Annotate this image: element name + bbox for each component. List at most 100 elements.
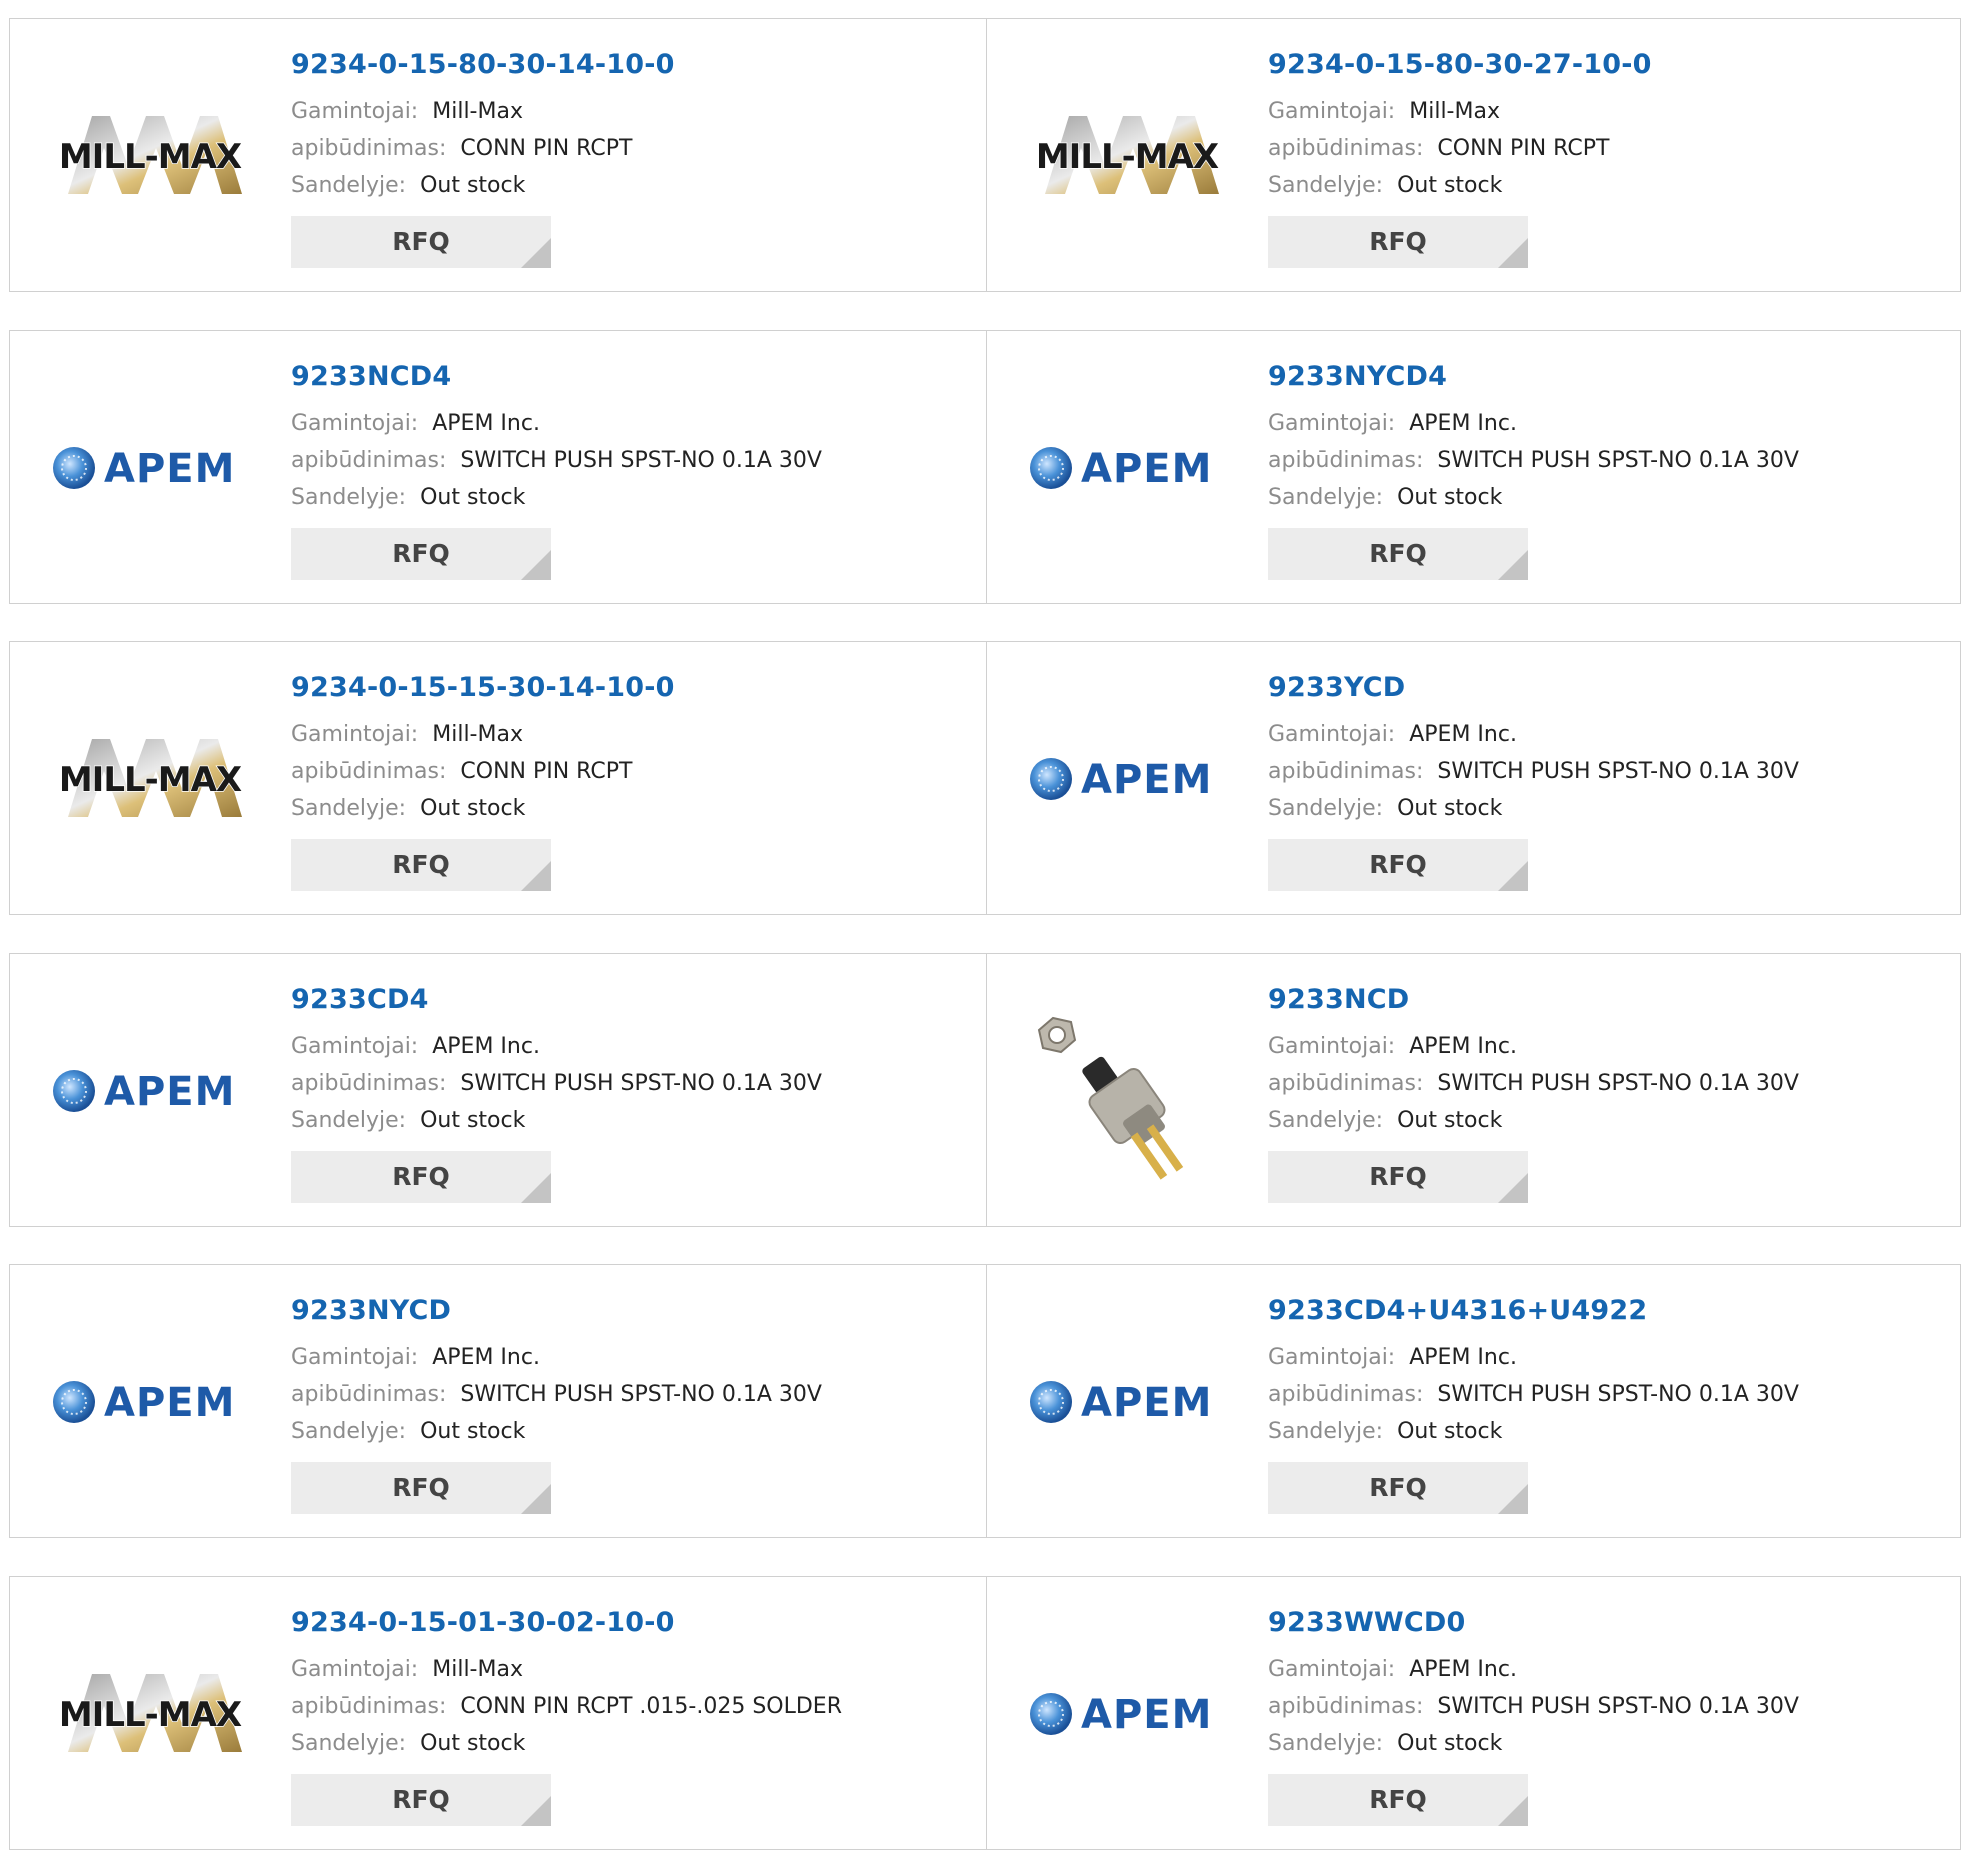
millmax-logo: MILL-MAX bbox=[58, 739, 244, 817]
manufacturer-logo[interactable]: MILL-MAX bbox=[50, 101, 250, 211]
manufacturer-value: APEM Inc. bbox=[432, 1034, 540, 1059]
product-info: 9234-0-15-80-30-14-10-0 Gamintojai: Mill-M… bbox=[291, 47, 675, 268]
description-label: apibūdinimas: bbox=[1268, 1382, 1424, 1407]
product-card: APEM 9233WWCD0 Gamintojai: APEM Inc. apibūd… bbox=[987, 1577, 1960, 1849]
rfq-label: RFQ bbox=[1369, 227, 1427, 256]
manufacturer-logo[interactable]: MILL-MAX bbox=[1027, 101, 1227, 211]
product-stock-line: Sandelyje: Out stock bbox=[1268, 1102, 1799, 1139]
part-number-link[interactable]: 9234-0-15-80-30-27-10-0 bbox=[1268, 47, 1652, 83]
manufacturer-logo[interactable]: APEM bbox=[50, 413, 250, 523]
rfq-button[interactable]: RFQ bbox=[291, 528, 551, 580]
rfq-button[interactable]: RFQ bbox=[291, 216, 551, 268]
part-number-link[interactable]: 9233WWCD0 bbox=[1268, 1605, 1799, 1641]
manufacturer-value: Mill-Max bbox=[432, 722, 523, 747]
product-description-line: apibūdinimas: SWITCH PUSH SPST-NO 0.1A 30… bbox=[1268, 1065, 1799, 1102]
apem-logo: APEM bbox=[53, 446, 235, 492]
product-card: 9233NCD Gamintojai: APEM Inc. apibūdinimas:… bbox=[987, 954, 1960, 1226]
manufacturer-label: Gamintojai: bbox=[1268, 722, 1396, 747]
product-stock-line: Sandelyje: Out stock bbox=[291, 790, 675, 827]
part-number-link[interactable]: 9233NYCD bbox=[291, 1293, 822, 1329]
part-number-link[interactable]: 9234-0-15-01-30-02-10-0 bbox=[291, 1605, 842, 1641]
corner-triangle-icon bbox=[1498, 1484, 1528, 1514]
product-stock-line: Sandelyje: Out stock bbox=[1268, 167, 1652, 204]
rfq-label: RFQ bbox=[392, 850, 450, 879]
stock-label: Sandelyje: bbox=[291, 1731, 407, 1756]
product-manufacturer-line: Gamintojai: APEM Inc. bbox=[1268, 1651, 1799, 1688]
product-card: APEM 9233CD4 Gamintojai: APEM Inc. apibūdin… bbox=[10, 954, 987, 1226]
part-number-link[interactable]: 9233YCD bbox=[1268, 670, 1799, 706]
part-number-link[interactable]: 9234-0-15-15-30-14-10-0 bbox=[291, 670, 675, 706]
svg-text:MILL-MAX: MILL-MAX bbox=[59, 137, 242, 177]
part-number-link[interactable]: 9233NCD4 bbox=[291, 359, 822, 395]
product-card: APEM 9233CD4+U4316+U4922 Gamintojai: APEM … bbox=[987, 1265, 1960, 1537]
product-card: APEM 9233YCD Gamintojai: APEM Inc. apibūdin… bbox=[987, 642, 1960, 914]
corner-triangle-icon bbox=[521, 861, 551, 891]
manufacturer-logo[interactable]: APEM bbox=[1027, 1659, 1227, 1769]
manufacturer-label: Gamintojai: bbox=[291, 1345, 419, 1370]
rfq-button[interactable]: RFQ bbox=[291, 1774, 551, 1826]
part-number-link[interactable]: 9233NYCD4 bbox=[1268, 359, 1799, 395]
rfq-button[interactable]: RFQ bbox=[1268, 839, 1528, 891]
manufacturer-logo[interactable]: APEM bbox=[1027, 413, 1227, 523]
stock-label: Sandelyje: bbox=[291, 173, 407, 198]
manufacturer-value: Mill-Max bbox=[1409, 99, 1500, 124]
product-row: APEM 9233NCD4 Gamintojai: APEM Inc. apibūdi… bbox=[9, 330, 1961, 604]
product-manufacturer-line: Gamintojai: APEM Inc. bbox=[291, 1339, 822, 1376]
apem-logo: APEM bbox=[53, 1069, 234, 1115]
description-value: SWITCH PUSH SPST-NO 0.1A 30V bbox=[1437, 1071, 1799, 1096]
product-stock-line: Sandelyje: Out stock bbox=[1268, 790, 1799, 827]
manufacturer-logo[interactable]: MILL-MAX bbox=[50, 1659, 250, 1769]
rfq-label: RFQ bbox=[1369, 1785, 1427, 1814]
product-manufacturer-line: Gamintojai: Mill-Max bbox=[1268, 93, 1652, 130]
product-manufacturer-line: Gamintojai: APEM Inc. bbox=[291, 1028, 822, 1065]
manufacturer-label: Gamintojai: bbox=[291, 411, 419, 436]
manufacturer-logo[interactable]: APEM bbox=[50, 1036, 250, 1146]
rfq-button[interactable]: RFQ bbox=[291, 839, 551, 891]
product-description-line: apibūdinimas: SWITCH PUSH SPST-NO 0.1A 30… bbox=[291, 1376, 822, 1413]
manufacturer-logo[interactable]: APEM bbox=[1027, 1347, 1227, 1457]
part-number-link[interactable]: 9233CD4+U4316+U4922 bbox=[1268, 1293, 1799, 1329]
manufacturer-value: APEM Inc. bbox=[1409, 1657, 1517, 1682]
product-stock-line: Sandelyje: Out stock bbox=[291, 167, 675, 204]
millmax-logo: MILL-MAX bbox=[58, 1674, 244, 1752]
product-manufacturer-line: Gamintojai: APEM Inc. bbox=[1268, 1339, 1799, 1376]
manufacturer-logo[interactable]: APEM bbox=[1027, 724, 1227, 834]
stock-value: Out stock bbox=[1397, 1108, 1503, 1133]
corner-triangle-icon bbox=[1498, 238, 1528, 268]
part-number-link[interactable]: 9233CD4 bbox=[291, 982, 822, 1018]
product-row: MILL-MAX 9234-0-15-15-30-14-10-0 Gamintoj… bbox=[9, 641, 1961, 915]
stock-label: Sandelyje: bbox=[291, 1419, 407, 1444]
rfq-label: RFQ bbox=[1369, 1162, 1427, 1191]
switch-photo bbox=[1037, 1016, 1184, 1180]
corner-triangle-icon bbox=[1498, 1173, 1528, 1203]
product-manufacturer-line: Gamintojai: APEM Inc. bbox=[1268, 405, 1799, 442]
part-number-link[interactable]: 9234-0-15-80-30-14-10-0 bbox=[291, 47, 675, 83]
stock-value: Out stock bbox=[1397, 173, 1503, 198]
manufacturer-logo[interactable] bbox=[1027, 990, 1227, 1190]
rfq-button[interactable]: RFQ bbox=[1268, 1462, 1528, 1514]
svg-text:MILL-MAX: MILL-MAX bbox=[59, 760, 242, 800]
part-number-link[interactable]: 9233NCD bbox=[1268, 982, 1799, 1018]
manufacturer-logo[interactable]: APEM bbox=[50, 1347, 250, 1457]
rfq-button[interactable]: RFQ bbox=[1268, 216, 1528, 268]
rfq-label: RFQ bbox=[1369, 1473, 1427, 1502]
millmax-logo: MILL-MAX bbox=[1035, 116, 1221, 194]
rfq-button[interactable]: RFQ bbox=[1268, 528, 1528, 580]
product-stock-line: Sandelyje: Out stock bbox=[1268, 1413, 1799, 1450]
manufacturer-logo[interactable]: MILL-MAX bbox=[50, 724, 250, 834]
product-card: MILL-MAX 9234-0-15-80-30-27-10-0 Gamintoj… bbox=[987, 19, 1960, 291]
stock-value: Out stock bbox=[1397, 796, 1503, 821]
millmax-logo: MILL-MAX bbox=[58, 116, 244, 194]
description-label: apibūdinimas: bbox=[1268, 759, 1424, 784]
rfq-button[interactable]: RFQ bbox=[291, 1462, 551, 1514]
product-info: 9234-0-15-15-30-14-10-0 Gamintojai: Mill-M… bbox=[291, 670, 675, 891]
stock-label: Sandelyje: bbox=[291, 485, 407, 510]
stock-value: Out stock bbox=[420, 796, 526, 821]
rfq-button[interactable]: RFQ bbox=[1268, 1151, 1528, 1203]
rfq-button[interactable]: RFQ bbox=[1268, 1774, 1528, 1826]
rfq-button[interactable]: RFQ bbox=[291, 1151, 551, 1203]
svg-text:APEM: APEM bbox=[104, 446, 235, 492]
description-label: apibūdinimas: bbox=[291, 759, 447, 784]
corner-triangle-icon bbox=[1498, 1796, 1528, 1826]
manufacturer-value: Mill-Max bbox=[432, 99, 523, 124]
